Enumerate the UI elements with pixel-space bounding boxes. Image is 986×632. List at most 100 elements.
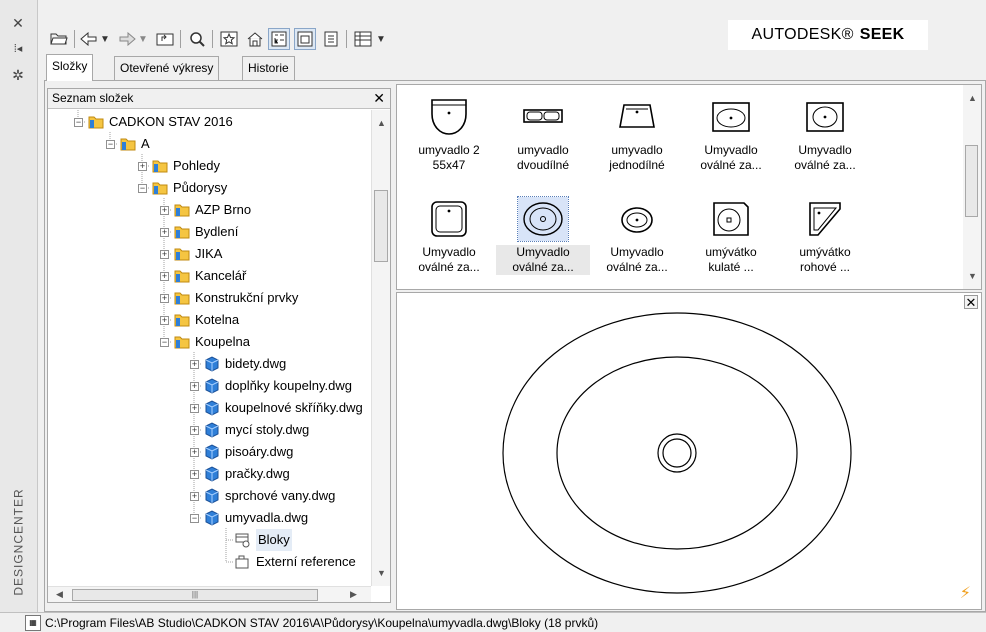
expand-icon[interactable]: + [160,315,169,325]
search-button[interactable] [186,28,208,50]
expand-icon[interactable]: + [160,205,169,215]
scroll-thumb[interactable] [965,145,978,217]
tab-folders[interactable]: Složky [46,54,94,81]
autodesk-seek-logo[interactable]: AUTODESK® SEEK [728,20,928,50]
block-name: Umyvadlo oválné za... [606,245,668,274]
back-dropdown[interactable]: ▼ [98,28,112,50]
tree-vertical-scrollbar[interactable]: ▲ ▼ [371,110,390,586]
basin-oval-icon [523,202,563,236]
views-button[interactable] [352,28,374,50]
back-button[interactable] [78,28,100,50]
collapse-icon[interactable]: − [138,183,147,193]
content-vertical-scrollbar[interactable]: ▲ ▼ [963,85,981,289]
load-button[interactable] [48,28,70,50]
drawing-file-icon [205,422,219,438]
description-toggle[interactable] [320,28,342,50]
tree-item[interactable]: − CADKON STAV 2016 [74,111,233,133]
forward-dropdown[interactable]: ▼ [136,28,150,50]
tree-item[interactable]: + bidety.dwg [190,353,286,375]
up-button[interactable] [154,28,176,50]
block-name: umývátko kulaté ... [705,245,757,274]
tree-item[interactable]: + JIKA [160,243,222,265]
block-tile[interactable]: Umyvadlo oválné za... [590,189,684,289]
tree-item[interactable]: + pračky.dwg [190,463,290,485]
palette-title-bar[interactable]: ✕ ⁞◂ ✲ DESIGNCENTER [0,0,38,612]
tree-item[interactable]: − A [106,133,150,155]
block-tile[interactable]: Umyvadlo oválné za... [684,87,778,187]
expand-icon[interactable]: + [190,469,199,479]
forward-button[interactable] [116,28,138,50]
favorites-button[interactable] [218,28,240,50]
tree-item[interactable]: − Koupelna [160,331,250,353]
block-tile[interactable]: umyvadlo dvoudílné [496,87,590,187]
tree-item[interactable]: + Konstrukční prvky [160,287,298,309]
expand-icon[interactable]: + [190,491,199,501]
content-area[interactable]: umyvadlo 2 55x47 umyvadlo dvoudílné umyv… [396,84,982,290]
scroll-thumb[interactable]: ||| [72,589,318,601]
open-folder-icon [50,33,68,45]
home-button[interactable] [244,28,266,50]
properties-icon[interactable]: ✲ [8,66,28,84]
block-tile[interactable]: umývátko rohové ... [778,189,872,289]
tab-history[interactable]: Historie [242,56,295,80]
expand-icon[interactable]: + [190,359,199,369]
tree-item[interactable]: − Půdorysy [138,177,227,199]
tree-item[interactable]: + Kancelář [160,265,246,287]
tree-item-label: CADKON STAV 2016 [109,114,233,129]
scroll-down-icon[interactable]: ▼ [377,568,386,578]
expand-icon[interactable]: + [190,403,199,413]
expand-icon[interactable]: + [138,161,147,171]
scroll-left-icon[interactable]: ◀ [56,589,63,600]
block-tile[interactable]: umyvadlo 2 55x47 [402,87,496,187]
tree-item[interactable]: + AZP Brno [160,199,251,221]
tree-view-toggle[interactable] [268,28,290,50]
basin-rect-icon [431,99,467,135]
expand-icon[interactable]: + [160,249,169,259]
block-tile[interactable]: umyvadlo jednodílné [590,87,684,187]
expand-icon[interactable]: + [190,425,199,435]
tree-item-label: koupelnové skříňky.dwg [225,400,363,415]
tree-item[interactable]: + mycí stoly.dwg [190,419,309,441]
tree-item[interactable]: + pisoáry.dwg [190,441,293,463]
tree-item[interactable]: − umyvadla.dwg [190,507,308,529]
expand-icon[interactable]: + [160,227,169,237]
tab-open-drawings[interactable]: Otevřené výkresy [114,56,220,80]
block-tile-selected[interactable]: Umyvadlo oválné za... [496,189,590,289]
preview-toggle[interactable] [294,28,316,50]
tree-item-blocks[interactable]: Bloky [234,529,292,551]
block-tile[interactable]: umývátko kulaté ... [684,189,778,289]
expand-icon[interactable]: + [160,293,169,303]
block-tile[interactable]: Umyvadlo oválné za... [402,189,496,289]
expand-icon[interactable]: + [190,447,199,457]
search-icon [190,32,205,47]
collapse-icon[interactable]: − [190,513,199,523]
scroll-up-icon[interactable]: ▲ [377,118,386,128]
tree-horizontal-scrollbar[interactable]: ◀ ||| ▶ [48,586,371,602]
tree-item[interactable]: + Pohledy [138,155,220,177]
folder-icon [174,226,190,239]
tree-item[interactable]: + Kotelna [160,309,239,331]
scroll-thumb[interactable] [374,190,388,262]
block-tile[interactable]: Umyvadlo oválné za... [778,87,872,187]
expand-icon[interactable]: + [190,381,199,391]
folder-tree[interactable]: − CADKON STAV 2016 − A + Pohledy − Půdor… [48,110,371,586]
expand-icon[interactable]: + [160,271,169,281]
tree-item[interactable]: + doplňky koupelny.dwg [190,375,352,397]
views-dropdown[interactable]: ▼ [374,28,388,50]
tree-item-xrefs[interactable]: Externí reference [234,551,356,573]
tree-item[interactable]: + koupelnové skříňky.dwg [190,397,363,419]
autohide-icon[interactable]: ⁞◂ [8,40,28,58]
collapse-icon[interactable]: − [74,117,83,127]
scroll-down-icon[interactable]: ▼ [968,271,977,281]
tree-item[interactable]: + Bydlení [160,221,238,243]
scroll-up-icon[interactable]: ▲ [968,93,977,103]
scroll-right-icon[interactable]: ▶ [350,589,357,600]
tree-item-label: Půdorysy [173,180,228,195]
close-icon[interactable]: ✕ [964,295,978,310]
close-icon[interactable]: ✕ [373,90,385,107]
collapse-icon[interactable]: − [106,139,115,149]
close-icon[interactable]: ✕ [8,14,28,32]
tree-item[interactable]: + sprchové vany.dwg [190,485,335,507]
collapse-icon[interactable]: − [160,337,169,347]
list-view-icon [354,31,372,47]
